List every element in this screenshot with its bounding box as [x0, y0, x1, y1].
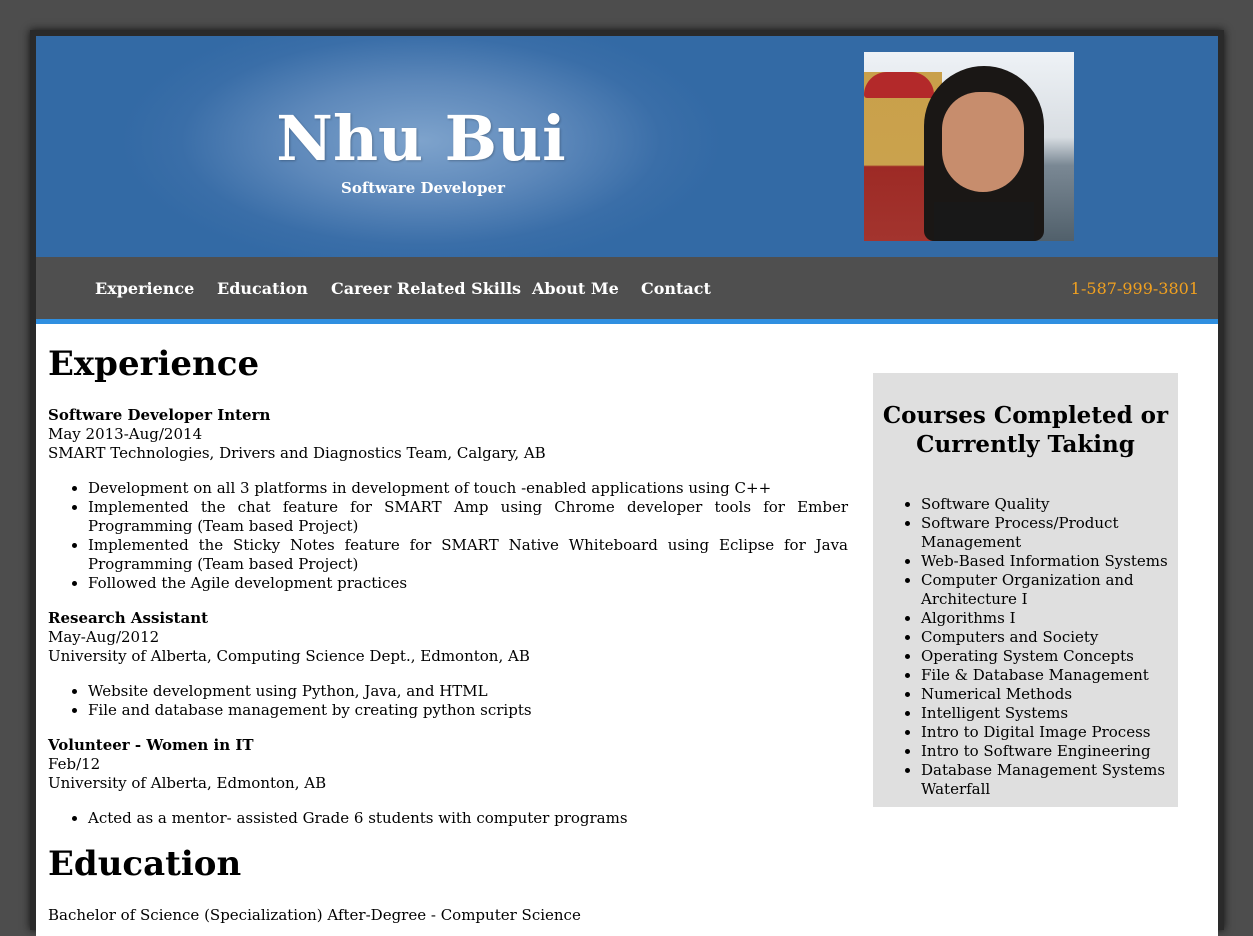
person-face: [942, 92, 1024, 192]
job-entry: Research Assistant May-Aug/2012 Universi…: [48, 609, 848, 720]
job-bullets: Acted as a mentor- assisted Grade 6 stud…: [48, 809, 848, 828]
nav-about-me[interactable]: About Me: [532, 279, 619, 298]
list-item: Operating System Concepts: [921, 647, 1172, 666]
job-title: Research Assistant: [48, 609, 209, 627]
list-item: Intro to Software Engineering: [921, 742, 1172, 761]
job-dates: Feb/12: [48, 755, 101, 773]
list-item: Implemented the Sticky Notes feature for…: [88, 536, 848, 574]
job-entry: Volunteer - Women in IT Feb/12 Universit…: [48, 736, 848, 828]
main-nav: Experience Education Career Related Skil…: [36, 257, 1218, 319]
profile-photo: [864, 52, 1074, 241]
courses-list: Software Quality Software Process/Produc…: [873, 495, 1178, 799]
list-item: Software Quality: [921, 495, 1172, 514]
list-item: Computers and Society: [921, 628, 1172, 647]
list-item: Intro to Digital Image Process: [921, 723, 1172, 742]
list-item: Intelligent Systems: [921, 704, 1172, 723]
list-item: Software Process/Product Management: [921, 514, 1172, 552]
job-organization: University of Alberta, Edmonton, AB: [48, 774, 327, 792]
job-organization: University of Alberta, Computing Science…: [48, 647, 530, 665]
header-banner: Nhu Bui Software Developer: [36, 36, 1218, 257]
job-organization: SMART Technologies, Drivers and Diagnost…: [48, 444, 546, 462]
nav-experience[interactable]: Experience: [95, 279, 194, 298]
site-name: Nhu Bui: [276, 102, 566, 175]
main-content: Experience Software Developer Intern May…: [48, 324, 848, 925]
job-entry: Software Developer Intern May 2013-Aug/2…: [48, 406, 848, 593]
list-item: Website development using Python, Java, …: [88, 682, 848, 701]
education-heading: Education: [48, 844, 242, 884]
job-dates: May 2013-Aug/2014: [48, 425, 203, 443]
tugboat-cap: [864, 72, 934, 98]
nav-contact[interactable]: Contact: [641, 279, 711, 298]
list-item: Database Management Systems Waterfall: [921, 761, 1172, 799]
phone-number[interactable]: 1-587-999-3801: [1071, 279, 1199, 298]
list-item: Algorithms I: [921, 609, 1172, 628]
list-item: Implemented the chat feature for SMART A…: [88, 498, 848, 536]
job-bullets: Development on all 3 platforms in develo…: [48, 479, 848, 593]
page-inner: Nhu Bui Software Developer Experience Ed…: [36, 36, 1218, 936]
education-degree: Bachelor of Science (Specialization) Aft…: [48, 906, 581, 924]
list-item: File & Database Management: [921, 666, 1172, 685]
list-item: Web-Based Information Systems: [921, 552, 1172, 571]
job-dates: May-Aug/2012: [48, 628, 160, 646]
page-frame: Nhu Bui Software Developer Experience Ed…: [30, 30, 1224, 936]
courses-heading: Courses Completed or Currently Taking: [882, 402, 1169, 458]
person-shirt: [934, 202, 1034, 241]
list-item: Computer Organization and Architecture I: [921, 571, 1172, 609]
job-title: Software Developer Intern: [48, 406, 271, 424]
job-title: Volunteer - Women in IT: [48, 736, 254, 754]
list-item: File and database management by creating…: [88, 701, 848, 720]
nav-career-skills[interactable]: Career Related Skills: [331, 279, 521, 298]
list-item: Development on all 3 platforms in develo…: [88, 479, 848, 498]
site-tagline: Software Developer: [341, 179, 505, 197]
list-item: Followed the Agile development practices: [88, 574, 848, 593]
list-item: Acted as a mentor- assisted Grade 6 stud…: [88, 809, 848, 828]
experience-heading: Experience: [48, 344, 260, 384]
courses-sidebar: Courses Completed or Currently Taking So…: [873, 373, 1178, 807]
list-item: Numerical Methods: [921, 685, 1172, 704]
job-bullets: Website development using Python, Java, …: [48, 682, 848, 720]
nav-education[interactable]: Education: [217, 279, 308, 298]
